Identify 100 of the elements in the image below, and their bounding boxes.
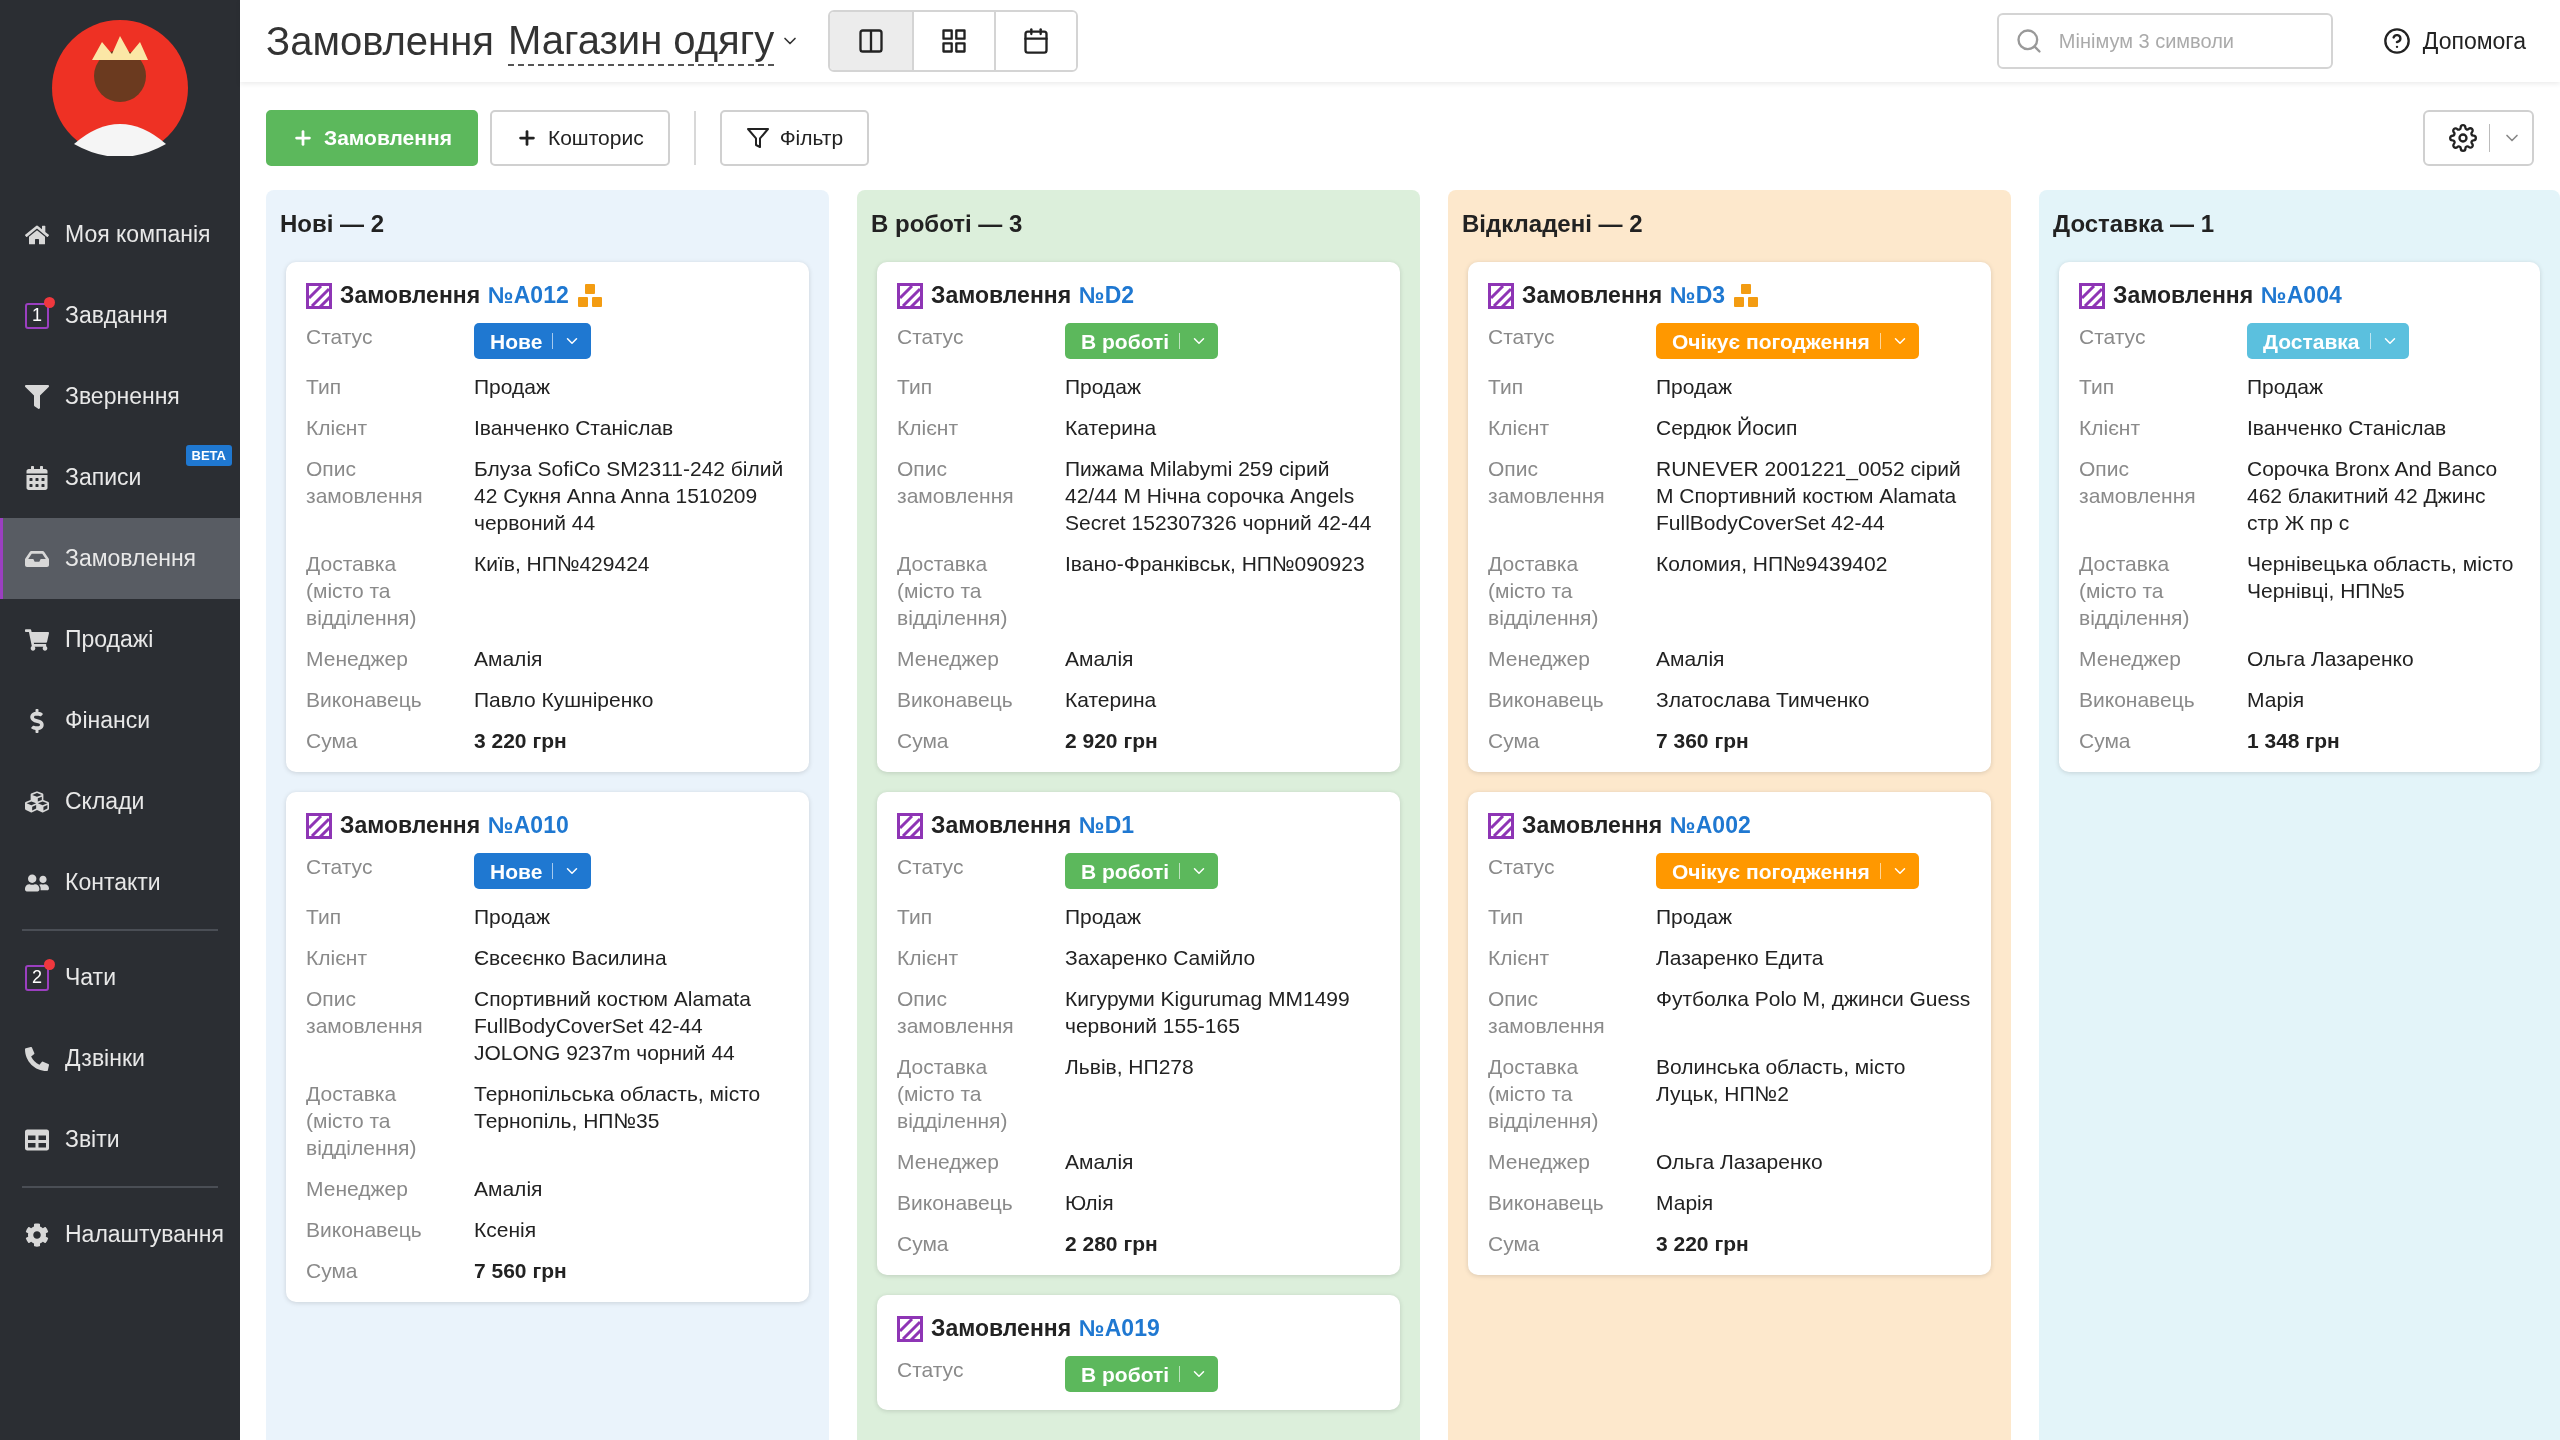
- field-label: Тип: [897, 904, 933, 930]
- order-card[interactable]: [877, 262, 1400, 772]
- sidebar-item[interactable]: Звіти: [0, 1099, 240, 1180]
- card-title: Замовлення: [931, 812, 1072, 839]
- field-value: Продаж: [1656, 374, 1733, 400]
- sidebar-item[interactable]: 2 Чати: [0, 937, 240, 1018]
- boxes-icon: [1733, 282, 1760, 309]
- order-number-link[interactable]: №D3: [1670, 282, 1726, 309]
- field-label: Сума: [897, 728, 950, 754]
- field-value: Продаж: [474, 904, 551, 930]
- field-label: Доставка (місто та відділення): [2079, 551, 2191, 631]
- sidebar-item[interactable]: Продажі: [0, 599, 240, 680]
- order-number-link[interactable]: №A004: [2261, 282, 2342, 309]
- field-value: Сердюк Йосип: [1656, 415, 1799, 441]
- order-number-link[interactable]: №D2: [1079, 282, 1135, 309]
- help-icon: [2382, 27, 2411, 55]
- field-value: Євсеєнко Василина: [474, 945, 668, 971]
- status-dropdown[interactable]: Нове: [474, 323, 592, 359]
- column-title: Відкладені — 2: [1462, 209, 1644, 238]
- estimate-button[interactable]: Кошторис: [489, 110, 670, 166]
- field-value: Павло Кушніренко: [474, 687, 655, 713]
- order-icon: [897, 282, 923, 309]
- sidebar-item[interactable]: Дзвінки: [0, 1018, 240, 1099]
- sidebar-item[interactable]: Звернення: [0, 356, 240, 437]
- field-value: Амалія: [474, 646, 544, 672]
- filter-button[interactable]: Фільтр: [719, 110, 870, 166]
- order-number-link[interactable]: №A012: [488, 282, 569, 309]
- field-value: Златослава Тимченко: [1656, 687, 1871, 713]
- field-value: Амалія: [1065, 1149, 1135, 1175]
- order-card[interactable]: [1468, 262, 1991, 772]
- field-value: RUNEVER 2001221_0052 сірий M Спортивний костюм Alamata FullBodyCoverSet 42-44: [1656, 456, 1962, 536]
- field-value: Марія: [1656, 1190, 1715, 1216]
- calendar-view-tab[interactable]: [994, 12, 1077, 70]
- field-label: Тип: [1488, 374, 1524, 400]
- status-dropdown[interactable]: Нове: [474, 853, 592, 889]
- field-value: Марія: [2247, 687, 2306, 713]
- order-number-link[interactable]: №A019: [1079, 1315, 1160, 1342]
- grid-icon: [940, 27, 969, 55]
- avatar[interactable]: [52, 20, 188, 156]
- order-card[interactable]: [2059, 262, 2540, 772]
- order-card[interactable]: [286, 262, 809, 772]
- order-number-link[interactable]: №A002: [1670, 812, 1751, 839]
- sidebar-item[interactable]: Моя компанія: [0, 194, 240, 275]
- field-value: Амалія: [1065, 646, 1135, 672]
- sidebar-item[interactable]: Записи BETA: [0, 437, 240, 518]
- settings-button[interactable]: [2423, 110, 2534, 166]
- field-label: Статус: [2079, 324, 2147, 350]
- field-label: Доставка (місто та відділення): [306, 551, 418, 631]
- sidebar-item[interactable]: Налаштування: [0, 1194, 240, 1275]
- field-value: Продаж: [1065, 904, 1142, 930]
- order-card[interactable]: [877, 792, 1400, 1275]
- sidebar-item[interactable]: Контакти: [0, 842, 240, 923]
- field-value: Пижама Milabymi 259 сірий 42/44 M Нічна сорочка Angels Secret 152307326 чорний 42-44: [1065, 456, 1373, 536]
- field-value: 7 360 грн: [1656, 728, 1750, 754]
- field-label: Клієнт: [897, 415, 960, 441]
- field-label: Тип: [306, 374, 342, 400]
- card-title: Замовлення: [931, 1315, 1072, 1342]
- field-value: Коломия, НП№9439402: [1656, 551, 1889, 577]
- field-label: Опис замовлення: [306, 986, 424, 1039]
- store-dropdown[interactable]: Магазин одягу: [507, 16, 801, 66]
- order-card[interactable]: [286, 792, 809, 1302]
- settings-icon: [25, 1222, 49, 1247]
- field-label: Статус: [897, 854, 965, 880]
- column-title: Нові — 2: [280, 209, 386, 238]
- field-value: Іванченко Станіслав: [2247, 415, 2448, 441]
- field-label: Клієнт: [306, 415, 369, 441]
- card-title: Замовлення: [1522, 282, 1663, 309]
- field-value: Захаренко Самійло: [1065, 945, 1257, 971]
- field-value: Чернівецька область, місто Чернівці, НП№5: [2247, 551, 2515, 604]
- boxes-icon: [25, 789, 49, 814]
- field-label: Доставка (місто та відділення): [897, 1054, 1009, 1134]
- order-number-link[interactable]: №A010: [488, 812, 569, 839]
- field-label: Сума: [2079, 728, 2132, 754]
- help-link[interactable]: Допомога: [2382, 27, 2526, 55]
- field-label: Виконавець: [306, 687, 423, 713]
- field-value: 3 220 грн: [1656, 1231, 1750, 1257]
- field-value: Продаж: [1656, 904, 1733, 930]
- columns-icon: [857, 27, 886, 55]
- sidebar-item[interactable]: Фінанси: [0, 680, 240, 761]
- field-label: Сума: [306, 1258, 359, 1284]
- field-value: 3 220 грн: [474, 728, 568, 754]
- field-label: Клієнт: [306, 945, 369, 971]
- field-label: Статус: [897, 324, 965, 350]
- order-number-link[interactable]: №D1: [1079, 812, 1135, 839]
- order-card[interactable]: Замовлення №A019 Статус В роботі: [877, 1295, 1400, 1410]
- field-label: Виконавець: [897, 1190, 1014, 1216]
- field-label: Клієнт: [2079, 415, 2142, 441]
- order-card[interactable]: [1468, 792, 1991, 1275]
- sidebar-item[interactable]: Склади: [0, 761, 240, 842]
- field-value: Катерина: [1065, 687, 1158, 713]
- sidebar-item[interactable]: 1 Завдання: [0, 275, 240, 356]
- sidebar-item[interactable]: Замовлення: [0, 518, 240, 599]
- kanban-view-tab[interactable]: [830, 12, 913, 70]
- filter-icon: [745, 126, 770, 150]
- search-icon: [2014, 27, 2043, 55]
- settings-icon: [2449, 124, 2477, 152]
- field-label: Менеджер: [1488, 1149, 1591, 1175]
- order-icon: [897, 1315, 923, 1342]
- field-value: Ольга Лазаренко: [2247, 646, 2415, 672]
- search-field[interactable]: Мінімум 3 символи: [1996, 13, 2333, 69]
